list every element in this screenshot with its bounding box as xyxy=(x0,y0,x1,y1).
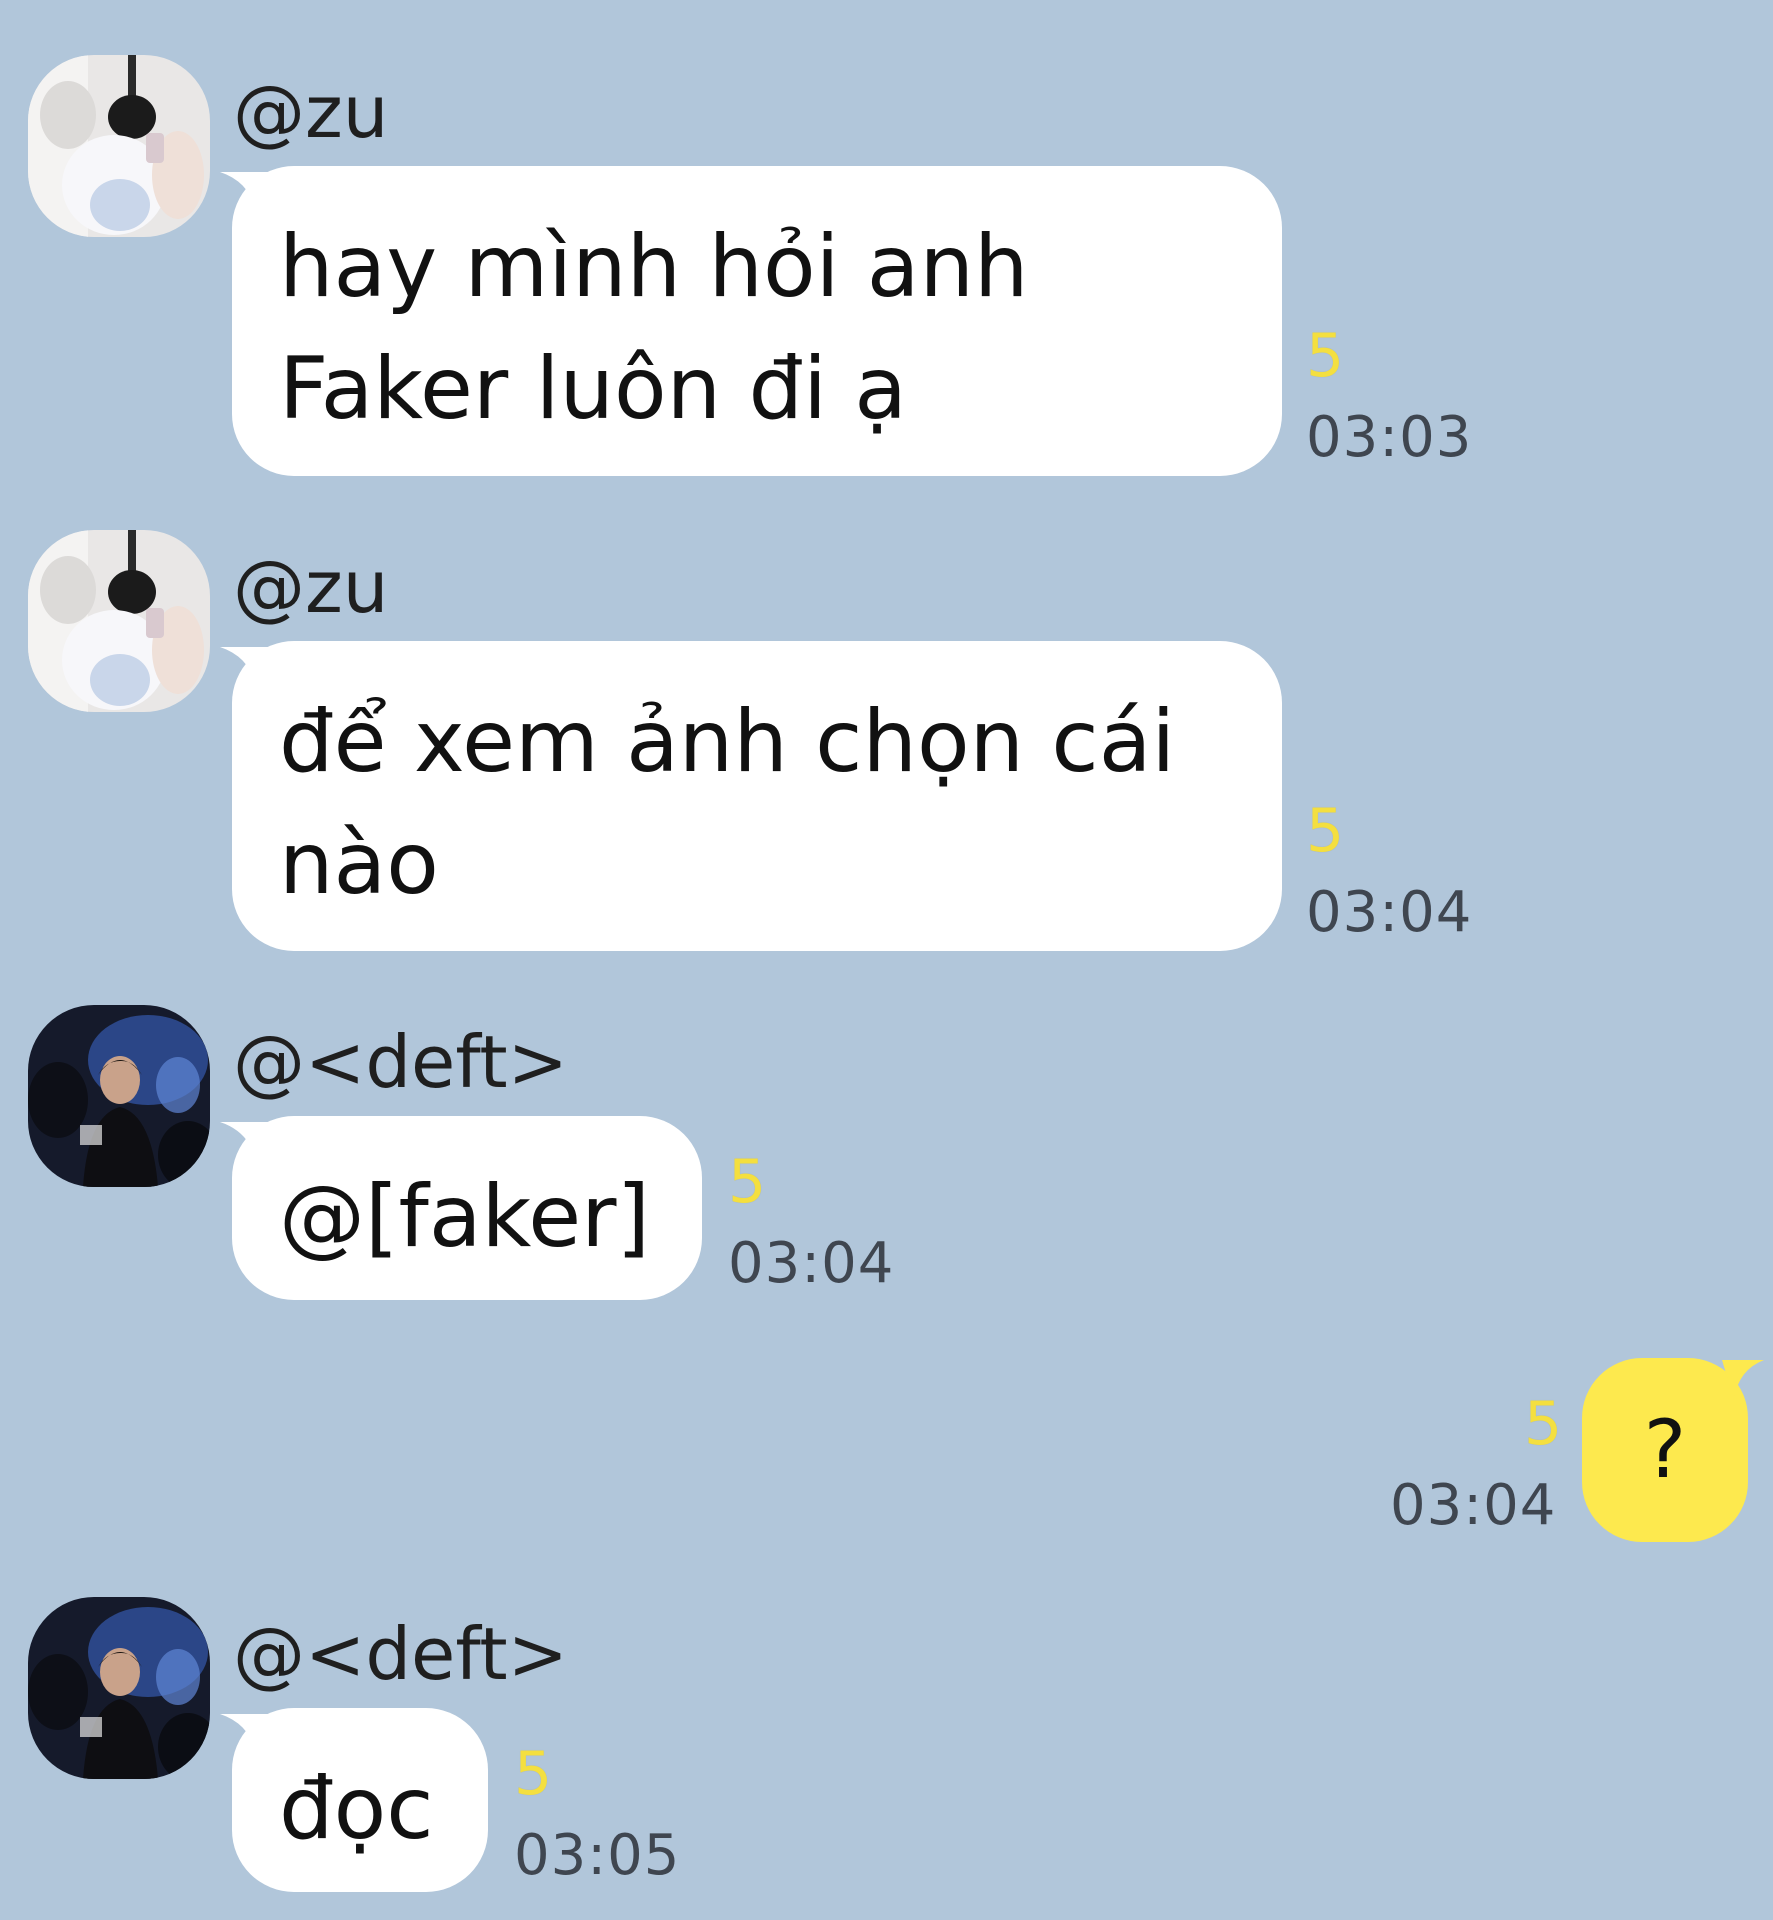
unread-count: 5 xyxy=(1306,796,1345,866)
unread-count: 5 xyxy=(514,1739,553,1809)
message-bubble[interactable]: @[faker] xyxy=(232,1116,702,1300)
message-text-line: Faker luôn đi ạ xyxy=(279,339,907,439)
deft-avatar-photo xyxy=(28,1597,210,1779)
avatar-zu[interactable] xyxy=(28,530,210,712)
chat-thread[interactable]: @zu hay mình hỏi anh Faker luôn đi ạ 5 0… xyxy=(0,0,1773,1920)
unread-count: 5 xyxy=(728,1147,767,1217)
message-bubble[interactable]: đọc xyxy=(232,1708,488,1892)
sender-name: @zu xyxy=(233,545,389,629)
message-timestamp: 03:04 xyxy=(728,1231,895,1296)
avatar-deft[interactable] xyxy=(28,1005,210,1187)
bubble-tail xyxy=(1722,1360,1764,1400)
avatar-zu[interactable] xyxy=(28,55,210,237)
avatar-deft[interactable] xyxy=(28,1597,210,1779)
message-timestamp: 03:04 xyxy=(1390,1473,1557,1538)
message-timestamp: 03:05 xyxy=(514,1823,681,1888)
zu-avatar-photo xyxy=(28,55,210,237)
message-bubble[interactable]: hay mình hỏi anh Faker luôn đi ạ xyxy=(232,166,1282,476)
sender-name: @<deft> xyxy=(233,1612,568,1696)
sender-name: @zu xyxy=(233,70,389,154)
message-text-line: để xem ảnh chọn cái xyxy=(279,692,1176,792)
message-timestamp: 03:03 xyxy=(1306,405,1473,470)
message-text-line: nào xyxy=(279,814,439,914)
zu-avatar-photo xyxy=(28,530,210,712)
sender-name: @<deft> xyxy=(233,1020,568,1104)
message-text-line: đọc xyxy=(279,1759,434,1859)
message-timestamp: 03:04 xyxy=(1306,880,1473,945)
deft-avatar-photo xyxy=(28,1005,210,1187)
message-bubble[interactable]: để xem ảnh chọn cái nào xyxy=(232,641,1282,951)
unread-count: 5 xyxy=(1524,1389,1563,1459)
message-text-line: @[faker] xyxy=(279,1167,651,1267)
unread-count: 5 xyxy=(1306,321,1345,391)
message-text-line: hay mình hỏi anh xyxy=(279,217,1029,317)
